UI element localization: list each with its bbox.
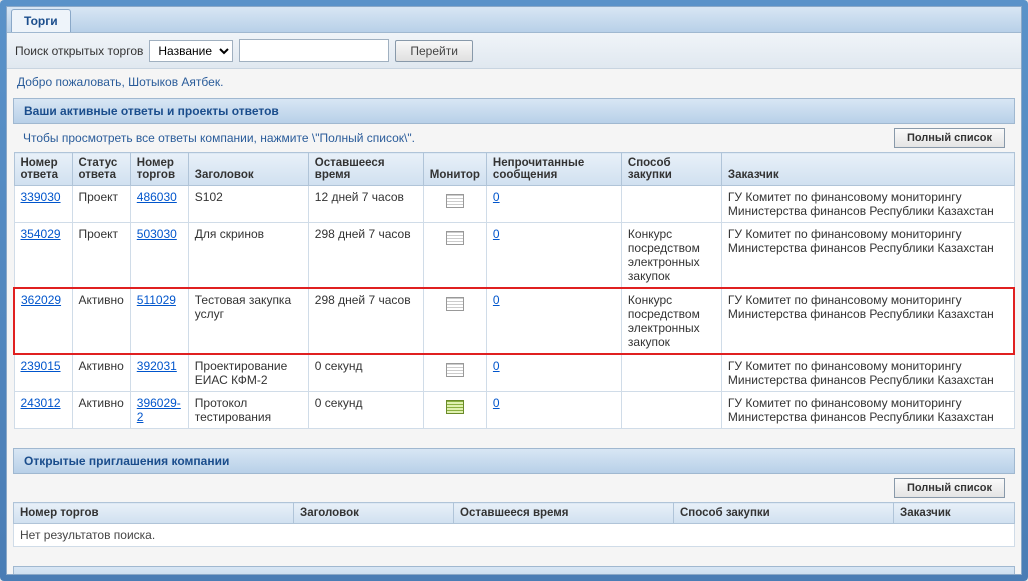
no-results-row: Нет результатов поиска. — [14, 524, 1015, 547]
welcome-text: Добро пожаловать, Шотыков Аятбек. — [7, 69, 1021, 95]
answer-no-link[interactable]: 239015 — [21, 359, 61, 373]
method-cell — [621, 354, 721, 392]
active-section-header: Ваши активные ответы и проекты ответов — [13, 98, 1015, 124]
hint-row: Чтобы просмотреть все ответы компании, н… — [13, 124, 1015, 152]
status-cell: Активно — [72, 288, 130, 354]
answer-no-link[interactable]: 354029 — [21, 227, 61, 241]
table-row: 239015 Активно 392031 Проектирование ЕИАС К… — [14, 354, 1014, 392]
calendar-grid-icon[interactable] — [446, 297, 464, 311]
invitations-section-header: Открытые приглашения компании — [13, 448, 1015, 474]
calendar-grid-icon[interactable] — [446, 194, 464, 208]
status-cell: Проект — [72, 186, 130, 223]
col-time-left[interactable]: Оставшееся время — [308, 153, 423, 186]
search-field-select[interactable]: Название — [149, 40, 233, 62]
status-cell: Проект — [72, 223, 130, 289]
invitations-full-list-button[interactable]: Полный список — [894, 478, 1005, 498]
method-cell: Конкурс посредством электронных закупок — [621, 288, 721, 354]
col-customer[interactable]: Заказчик — [721, 153, 1014, 186]
inv-col-method[interactable]: Способ закупки — [674, 503, 894, 524]
col-title[interactable]: Заголовок — [188, 153, 308, 186]
col-answer-status[interactable]: Статус ответа — [72, 153, 130, 186]
time-left-cell: 0 секунд — [308, 354, 423, 392]
unread-link[interactable]: 0 — [493, 293, 500, 307]
answer-no-link[interactable]: 339030 — [21, 190, 61, 204]
title-cell: Для скринов — [188, 223, 308, 289]
col-trade-no[interactable]: Номер торгов — [130, 153, 188, 186]
trade-no-link[interactable]: 486030 — [137, 190, 177, 204]
customer-cell: ГУ Комитет по финансовому мониторингу Ми… — [721, 223, 1014, 289]
full-list-button[interactable]: Полный список — [894, 128, 1005, 148]
invitations-table: Номер торгов Заголовок Оставшееся время … — [13, 502, 1015, 547]
trade-no-link[interactable]: 511029 — [137, 293, 176, 307]
inv-col-title[interactable]: Заголовок — [294, 503, 454, 524]
table-row: 362029 Активно 511029 Тестовая закупка услу… — [14, 288, 1014, 354]
title-cell: S102 — [188, 186, 308, 223]
calendar-grid-icon[interactable] — [446, 363, 464, 377]
quicklinks-section-header: Экспресс-ссылки — [13, 566, 1015, 575]
hint-text: Чтобы просмотреть все ответы компании, н… — [23, 131, 415, 145]
customer-cell: ГУ Комитет по финансовому мониторингу Ми… — [721, 288, 1014, 354]
col-method[interactable]: Способ закупки — [621, 153, 721, 186]
search-bar: Поиск открытых торгов Название Перейти — [7, 33, 1021, 69]
unread-link[interactable]: 0 — [493, 396, 500, 410]
search-label: Поиск открытых торгов — [15, 44, 143, 58]
method-cell: Конкурс посредством электронных закупок — [621, 223, 721, 289]
unread-link[interactable]: 0 — [493, 227, 500, 241]
customer-cell: ГУ Комитет по финансовому мониторингу Ми… — [721, 186, 1014, 223]
method-cell — [621, 186, 721, 223]
customer-cell: ГУ Комитет по финансовому мониторингу Ми… — [721, 392, 1014, 429]
col-unread[interactable]: Непрочитанные сообщения — [486, 153, 621, 186]
time-left-cell: 298 дней 7 часов — [308, 288, 423, 354]
col-monitor[interactable]: Монитор — [423, 153, 486, 186]
trade-no-link[interactable]: 392031 — [137, 359, 177, 373]
window-inner: Торги Поиск открытых торгов Название Пер… — [6, 6, 1022, 575]
tab-trades[interactable]: Торги — [11, 9, 71, 32]
table-row: 354029 Проект 503030 Для скринов298 дней 7 … — [14, 223, 1014, 289]
search-input[interactable] — [239, 39, 389, 62]
unread-link[interactable]: 0 — [493, 359, 500, 373]
method-cell — [621, 392, 721, 429]
time-left-cell: 0 секунд — [308, 392, 423, 429]
customer-cell: ГУ Комитет по финансовому мониторингу Ми… — [721, 354, 1014, 392]
answer-no-link[interactable]: 362029 — [21, 293, 61, 307]
unread-link[interactable]: 0 — [493, 190, 500, 204]
inv-col-customer[interactable]: Заказчик — [894, 503, 1015, 524]
time-left-cell: 12 дней 7 часов — [308, 186, 423, 223]
app-window: Торги Поиск открытых торгов Название Пер… — [0, 0, 1028, 581]
no-results-text: Нет результатов поиска. — [14, 524, 1015, 547]
table-row: 243012 Активно396029-2Протокол тестирован… — [14, 392, 1014, 429]
trade-no-link[interactable]: 396029-2 — [137, 396, 181, 424]
status-cell: Активно — [72, 392, 130, 429]
col-answer-no[interactable]: Номер ответа — [14, 153, 72, 186]
tab-bar: Торги — [7, 7, 1021, 33]
table-row: 339030 Проект 486030 S10212 дней 7 часов 0 ГУ… — [14, 186, 1014, 223]
time-left-cell: 298 дней 7 часов — [308, 223, 423, 289]
title-cell: Протокол тестирования — [188, 392, 308, 429]
inv-col-trade-no[interactable]: Номер торгов — [14, 503, 294, 524]
title-cell: Тестовая закупка услуг — [188, 288, 308, 354]
status-cell: Активно — [72, 354, 130, 392]
title-cell: Проектирование ЕИАС КФМ-2 — [188, 354, 308, 392]
answer-no-link[interactable]: 243012 — [21, 396, 61, 410]
inv-col-time-left[interactable]: Оставшееся время — [454, 503, 674, 524]
trade-no-link[interactable]: 503030 — [137, 227, 177, 241]
go-button[interactable]: Перейти — [395, 40, 473, 62]
calendar-grid-icon[interactable] — [446, 400, 464, 414]
calendar-grid-icon[interactable] — [446, 231, 464, 245]
active-answers-table: Номер ответа Статус ответа Номер торгов … — [13, 152, 1015, 429]
